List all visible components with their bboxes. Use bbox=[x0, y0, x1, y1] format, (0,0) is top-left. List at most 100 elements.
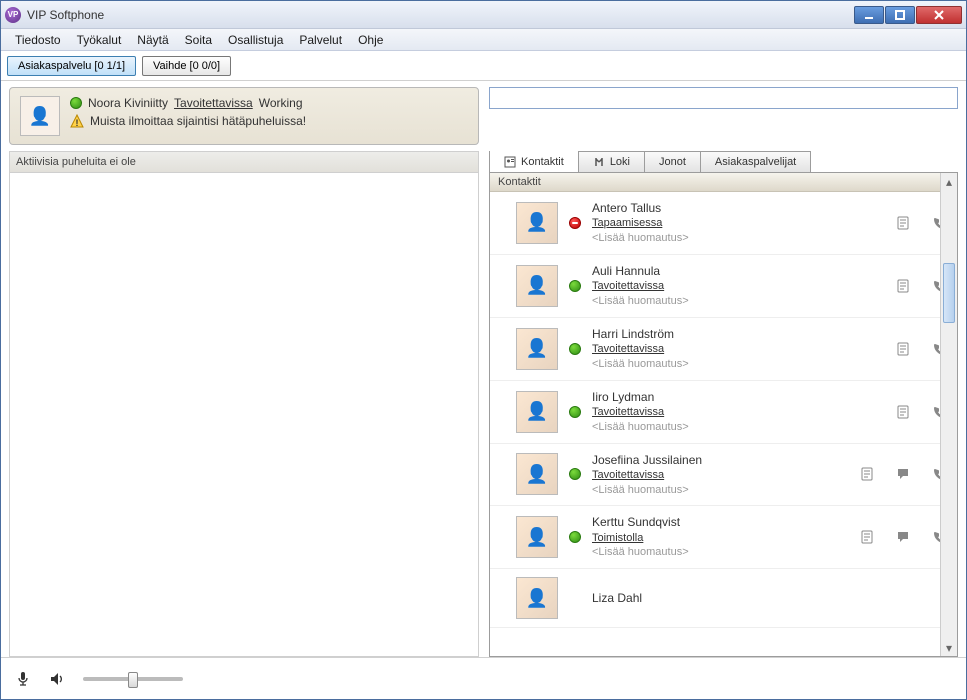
menubar: Tiedosto Työkalut Näytä Soita Osallistuj… bbox=[1, 29, 966, 51]
contact-actions bbox=[837, 404, 947, 420]
queue-button-asiakaspalvelu[interactable]: Asiakaspalvelu [0 1/1] bbox=[7, 56, 136, 76]
my-name: Noora Kiviniitty bbox=[88, 96, 168, 110]
window-buttons bbox=[853, 6, 962, 24]
menu-call[interactable]: Soita bbox=[177, 31, 220, 49]
tab-body: Kontaktit 👤Antero TallusTapaamisessa<Lis… bbox=[489, 172, 958, 657]
contact-row[interactable]: 👤 Auli HannulaTavoitettavissa<Lisää huoma… bbox=[490, 255, 957, 318]
contact-avatar: 👤 bbox=[516, 202, 558, 244]
my-avatar: 👤 bbox=[20, 96, 60, 136]
chat-icon[interactable] bbox=[895, 466, 911, 482]
close-button[interactable] bbox=[916, 6, 962, 24]
titlebar: VP VIP Softphone bbox=[1, 1, 966, 29]
app-icon: VP bbox=[5, 7, 21, 23]
contacts-section-header[interactable]: Kontaktit bbox=[490, 173, 957, 192]
contact-avatar: 👤 bbox=[516, 328, 558, 370]
note-icon[interactable] bbox=[895, 341, 911, 357]
menu-help[interactable]: Ohje bbox=[350, 31, 391, 49]
tab-agents[interactable]: Asiakaspalvelijat bbox=[700, 151, 811, 172]
note-icon[interactable] bbox=[895, 278, 911, 294]
presence-indicator bbox=[568, 531, 582, 543]
contact-avatar: 👤 bbox=[516, 265, 558, 307]
search-box bbox=[489, 87, 958, 109]
available-icon bbox=[569, 280, 581, 292]
presence-indicator bbox=[568, 343, 582, 355]
contact-note[interactable]: <Lisää huomautus> bbox=[592, 294, 827, 309]
contact-row[interactable]: 👤Harri LindströmTavoitettavissa<Lisää hu… bbox=[490, 318, 957, 381]
contact-status[interactable]: Tavoitettavissa bbox=[592, 468, 827, 483]
presence-dot-icon bbox=[70, 97, 82, 109]
contact-row[interactable]: 👤 Kerttu SundqvistToimistolla<Lisää huoma… bbox=[490, 506, 957, 569]
contact-text: Iiro LydmanTavoitettavissa<Lisää huomaut… bbox=[592, 389, 827, 435]
app-window: VP VIP Softphone Tiedosto Työkalut Näytä… bbox=[0, 0, 967, 700]
contact-note[interactable]: <Lisää huomautus> bbox=[592, 231, 827, 246]
contact-status[interactable]: Tavoitettavissa bbox=[592, 279, 827, 294]
tab-row: Kontaktit Loki Jonot Asiakaspalvelijat bbox=[489, 151, 958, 172]
contact-avatar: 👤 bbox=[516, 391, 558, 433]
reminder-text: Muista ilmoittaa sijaintisi hätäpuheluis… bbox=[90, 114, 306, 128]
contact-status[interactable]: Tavoitettavissa bbox=[592, 405, 827, 420]
contact-avatar: 👤 bbox=[516, 516, 558, 558]
my-status[interactable]: Tavoitettavissa bbox=[174, 96, 253, 110]
contact-status[interactable]: Tapaamisessa bbox=[592, 216, 827, 231]
menu-view[interactable]: Näytä bbox=[129, 31, 176, 49]
maximize-button[interactable] bbox=[885, 6, 915, 24]
menu-file[interactable]: Tiedosto bbox=[7, 31, 69, 49]
bottom-bar bbox=[1, 657, 966, 699]
menu-tools[interactable]: Työkalut bbox=[69, 31, 130, 49]
available-icon bbox=[569, 531, 581, 543]
tab-queues[interactable]: Jonot bbox=[644, 151, 701, 172]
scroll-up-icon[interactable]: ▴ bbox=[941, 173, 957, 190]
calls-panel: Aktiivisia puheluita ei ole bbox=[9, 151, 479, 657]
presence-indicator bbox=[568, 217, 582, 229]
note-icon[interactable] bbox=[895, 404, 911, 420]
contact-actions bbox=[837, 341, 947, 357]
contact-note[interactable]: <Lisää huomautus> bbox=[592, 420, 827, 435]
tab-log-label: Loki bbox=[610, 156, 630, 168]
tab-queues-label: Jonot bbox=[659, 156, 686, 168]
scroll-thumb[interactable] bbox=[943, 263, 955, 323]
contact-text: Kerttu SundqvistToimistolla<Lisää huomau… bbox=[592, 514, 827, 560]
available-icon bbox=[569, 468, 581, 480]
contact-status[interactable]: Tavoitettavissa bbox=[592, 342, 827, 357]
menu-participant[interactable]: Osallistuja bbox=[220, 31, 291, 49]
svg-text:!: ! bbox=[76, 118, 79, 128]
volume-slider[interactable] bbox=[83, 677, 183, 681]
contact-name: Auli Hannula bbox=[592, 263, 827, 279]
contact-name: Antero Tallus bbox=[592, 200, 827, 216]
contact-row[interactable]: 👤Josefiina JussilainenTavoitettavissa<Li… bbox=[490, 444, 957, 507]
right-panel: Kontaktit Loki Jonot Asiakaspalvelijat K… bbox=[489, 151, 958, 657]
tab-contacts[interactable]: Kontaktit bbox=[489, 151, 579, 172]
available-icon bbox=[569, 406, 581, 418]
tab-agents-label: Asiakaspalvelijat bbox=[715, 156, 796, 168]
contact-note[interactable]: <Lisää huomautus> bbox=[592, 545, 827, 560]
note-icon[interactable] bbox=[859, 529, 875, 545]
contact-actions bbox=[837, 278, 947, 294]
contact-row[interactable]: 👤Liza Dahl bbox=[490, 569, 957, 628]
scroll-down-icon[interactable]: ▾ bbox=[941, 639, 957, 656]
speaker-icon[interactable] bbox=[49, 671, 65, 687]
menu-services[interactable]: Palvelut bbox=[291, 31, 350, 49]
contact-note[interactable]: <Lisää huomautus> bbox=[592, 357, 827, 372]
contact-row[interactable]: 👤 Antero TallusTapaamisessa<Lisää huomaut… bbox=[490, 192, 957, 255]
contact-status[interactable]: Toimistolla bbox=[592, 531, 827, 546]
busy-icon bbox=[569, 217, 581, 229]
contact-note[interactable]: <Lisää huomautus> bbox=[592, 483, 827, 498]
note-icon[interactable] bbox=[859, 466, 875, 482]
volume-knob[interactable] bbox=[128, 672, 138, 688]
tab-log[interactable]: Loki bbox=[578, 151, 645, 172]
scrollbar[interactable]: ▴ ▾ bbox=[940, 173, 957, 656]
tab-contacts-label: Kontaktit bbox=[521, 156, 564, 168]
contact-actions bbox=[837, 529, 947, 545]
microphone-icon[interactable] bbox=[15, 671, 31, 687]
contact-actions bbox=[837, 466, 947, 482]
available-icon bbox=[569, 343, 581, 355]
queue-button-vaihde[interactable]: Vaihde [0 0/0] bbox=[142, 56, 231, 76]
no-active-calls-label: Aktiivisia puheluita ei ole bbox=[10, 151, 478, 173]
contact-row[interactable]: 👤 Iiro LydmanTavoitettavissa<Lisää huomau… bbox=[490, 381, 957, 444]
contact-name: Kerttu Sundqvist bbox=[592, 514, 827, 530]
search-input[interactable] bbox=[489, 87, 958, 109]
body-row: Aktiivisia puheluita ei ole Kontaktit Lo… bbox=[1, 151, 966, 657]
note-icon[interactable] bbox=[895, 215, 911, 231]
chat-icon[interactable] bbox=[895, 529, 911, 545]
minimize-button[interactable] bbox=[854, 6, 884, 24]
